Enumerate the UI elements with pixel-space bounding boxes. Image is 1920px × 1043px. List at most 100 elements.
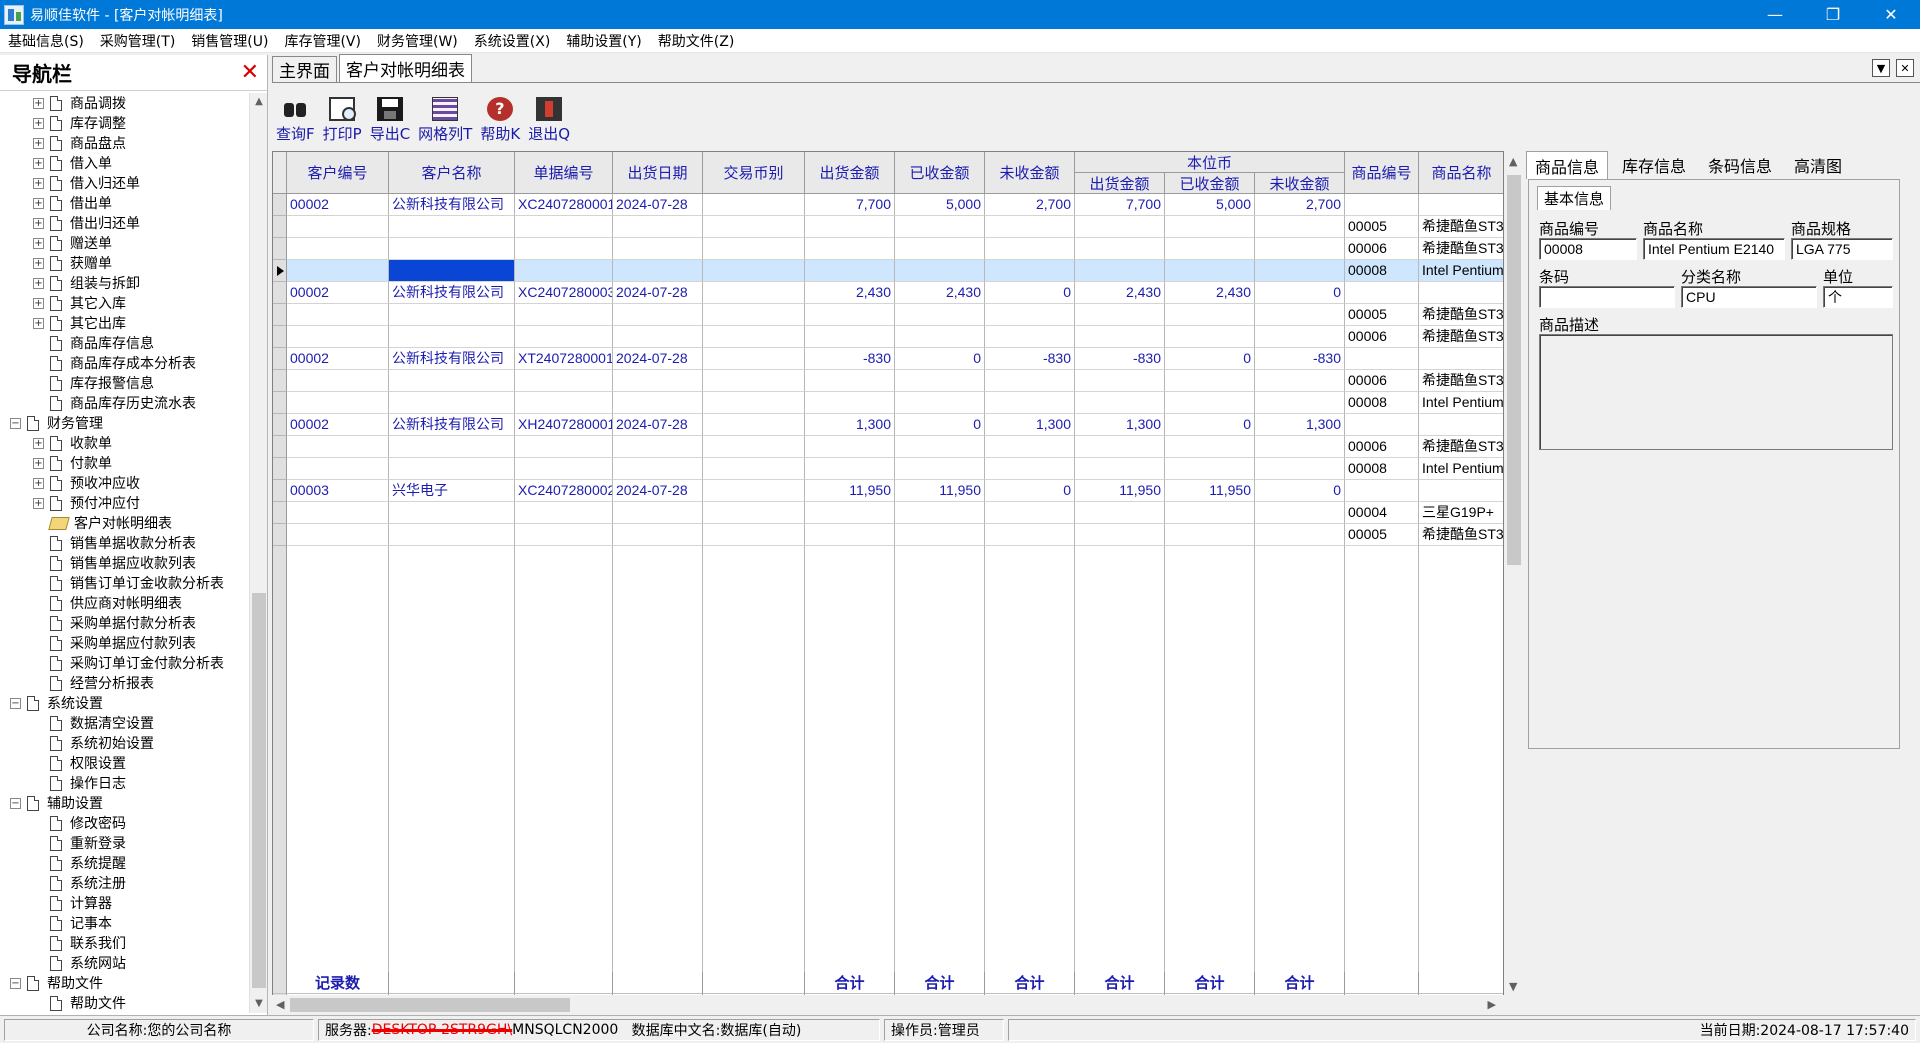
cell-name[interactable]: 公新科技有限公司	[389, 194, 515, 216]
cell-bout[interactable]	[1075, 436, 1165, 458]
nav-tree-item[interactable]: 系统注册	[0, 873, 248, 893]
cell-name[interactable]: 兴华电子	[389, 480, 515, 502]
cell-bunrecv[interactable]	[1255, 304, 1345, 326]
cell-pname[interactable]: 希捷酷鱼ST3	[1419, 436, 1503, 458]
cell-bout[interactable]	[1075, 502, 1165, 524]
cell-out[interactable]	[805, 304, 895, 326]
column-header[interactable]: 商品编号	[1345, 152, 1419, 194]
cell-bout[interactable]: 7,700	[1075, 194, 1165, 216]
cell-cust[interactable]: 00002	[287, 194, 389, 216]
cell-bout[interactable]: 1,300	[1075, 414, 1165, 436]
collapse-minus-icon[interactable]: −	[10, 797, 21, 809]
cell-bout[interactable]	[1075, 238, 1165, 260]
cell-pname[interactable]: 三星G19P+	[1419, 502, 1503, 524]
table-row[interactable]: 00005 希捷酷鱼ST3	[273, 524, 1503, 546]
cell-brecv[interactable]	[1165, 524, 1255, 546]
cell-doc[interactable]	[515, 304, 613, 326]
cell-cur[interactable]	[703, 436, 805, 458]
row-indicator[interactable]	[273, 216, 287, 238]
cell-unrecv[interactable]	[985, 260, 1075, 282]
nav-tree-item[interactable]: 权限设置	[0, 753, 248, 773]
cell-date[interactable]: 2024-07-28	[613, 282, 703, 304]
nav-tree-item[interactable]: 经营分析报表	[0, 673, 248, 693]
toolbar-button[interactable]: 退出Q	[528, 97, 570, 151]
cell-cust[interactable]	[287, 392, 389, 414]
cell-doc[interactable]	[515, 524, 613, 546]
cell-cust[interactable]	[287, 238, 389, 260]
cell-recv[interactable]	[895, 502, 985, 524]
cell-out[interactable]	[805, 502, 895, 524]
cell-cust[interactable]: 00002	[287, 282, 389, 304]
row-indicator[interactable]	[273, 392, 287, 414]
cell-unrecv[interactable]	[985, 436, 1075, 458]
nav-scroll-down-icon[interactable]: ▼	[250, 995, 268, 1013]
cell-doc[interactable]	[515, 238, 613, 260]
collapse-minus-icon[interactable]: −	[10, 977, 21, 989]
column-header[interactable]: 出货金额	[1075, 173, 1165, 194]
cell-doc[interactable]	[515, 458, 613, 480]
cell-out[interactable]	[805, 436, 895, 458]
cell-bunrecv[interactable]	[1255, 260, 1345, 282]
cell-brecv[interactable]	[1165, 436, 1255, 458]
cell-out[interactable]	[805, 216, 895, 238]
cell-bout[interactable]	[1075, 260, 1165, 282]
cell-out[interactable]	[805, 326, 895, 348]
cell-pcode[interactable]: 00006	[1345, 370, 1419, 392]
cell-date[interactable]	[613, 238, 703, 260]
cell-name[interactable]	[389, 436, 515, 458]
cell-unrecv[interactable]	[985, 524, 1075, 546]
cell-cur[interactable]	[703, 502, 805, 524]
expand-plus-icon[interactable]: +	[33, 297, 44, 309]
cell-name[interactable]	[389, 238, 515, 260]
cell-pcode[interactable]	[1345, 194, 1419, 216]
expand-plus-icon[interactable]: +	[33, 497, 44, 509]
cell-doc[interactable]	[515, 392, 613, 414]
column-header[interactable]: 交易币别	[703, 152, 805, 194]
cell-date[interactable]	[613, 524, 703, 546]
expand-plus-icon[interactable]: +	[33, 117, 44, 129]
nav-tree-item[interactable]: 操作日志	[0, 773, 248, 793]
column-header[interactable]: 出货日期	[613, 152, 703, 194]
cell-pcode[interactable]	[1345, 480, 1419, 502]
expand-plus-icon[interactable]: +	[33, 157, 44, 169]
cell-date[interactable]: 2024-07-28	[613, 348, 703, 370]
cell-date[interactable]: 2024-07-28	[613, 194, 703, 216]
table-row[interactable]: 00005 希捷酷鱼ST3	[273, 216, 1503, 238]
cell-cur[interactable]	[703, 260, 805, 282]
column-header[interactable]: 已收金额	[895, 152, 985, 194]
nav-scroll-up-icon[interactable]: ▲	[250, 93, 268, 111]
nav-tree-item[interactable]: 系统网站	[0, 953, 248, 973]
product-code-field[interactable]: 00008	[1539, 238, 1637, 260]
cell-out[interactable]: -830	[805, 348, 895, 370]
column-header[interactable]: 已收金额	[1165, 173, 1255, 194]
cell-brecv[interactable]: 0	[1165, 348, 1255, 370]
cell-unrecv[interactable]: 0	[985, 480, 1075, 502]
cell-pname[interactable]	[1419, 480, 1503, 502]
cell-bunrecv[interactable]	[1255, 370, 1345, 392]
expand-plus-icon[interactable]: +	[33, 457, 44, 469]
nav-tree-item[interactable]: 商品库存成本分析表	[0, 353, 248, 373]
cell-bout[interactable]: 2,430	[1075, 282, 1165, 304]
cell-cur[interactable]	[703, 370, 805, 392]
cell-bout[interactable]: 11,950	[1075, 480, 1165, 502]
grid-empty-area[interactable]	[273, 546, 1503, 972]
cell-bunrecv[interactable]	[1255, 458, 1345, 480]
close-window-button[interactable]: ✕	[1862, 0, 1920, 29]
cell-recv[interactable]	[895, 436, 985, 458]
row-indicator[interactable]	[273, 348, 287, 370]
collapse-minus-icon[interactable]: −	[10, 417, 21, 429]
row-indicator[interactable]	[273, 414, 287, 436]
nav-tree-item[interactable]: 销售单据收款分析表	[0, 533, 248, 553]
tab-customer-statement[interactable]: 客户对帐明细表	[339, 54, 472, 82]
nav-scrollbar[interactable]: ▲ ▼	[249, 93, 267, 1013]
table-row[interactable]: 00003 兴华电子 XC2407280002 2024-07-28 11,950 11,…	[273, 480, 1503, 502]
cell-pname[interactable]: Intel Pentium E	[1419, 260, 1503, 282]
nav-tree-item[interactable]: 系统初始设置	[0, 733, 248, 753]
cell-doc[interactable]: XC2407280003	[515, 282, 613, 304]
cell-cust[interactable]	[287, 260, 389, 282]
cell-doc[interactable]: XH2407280001	[515, 414, 613, 436]
table-row[interactable]: 00006 希捷酷鱼ST3	[273, 238, 1503, 260]
cell-recv[interactable]: 2,430	[895, 282, 985, 304]
cell-pname[interactable]	[1419, 194, 1503, 216]
category-field[interactable]: CPU	[1681, 286, 1817, 308]
